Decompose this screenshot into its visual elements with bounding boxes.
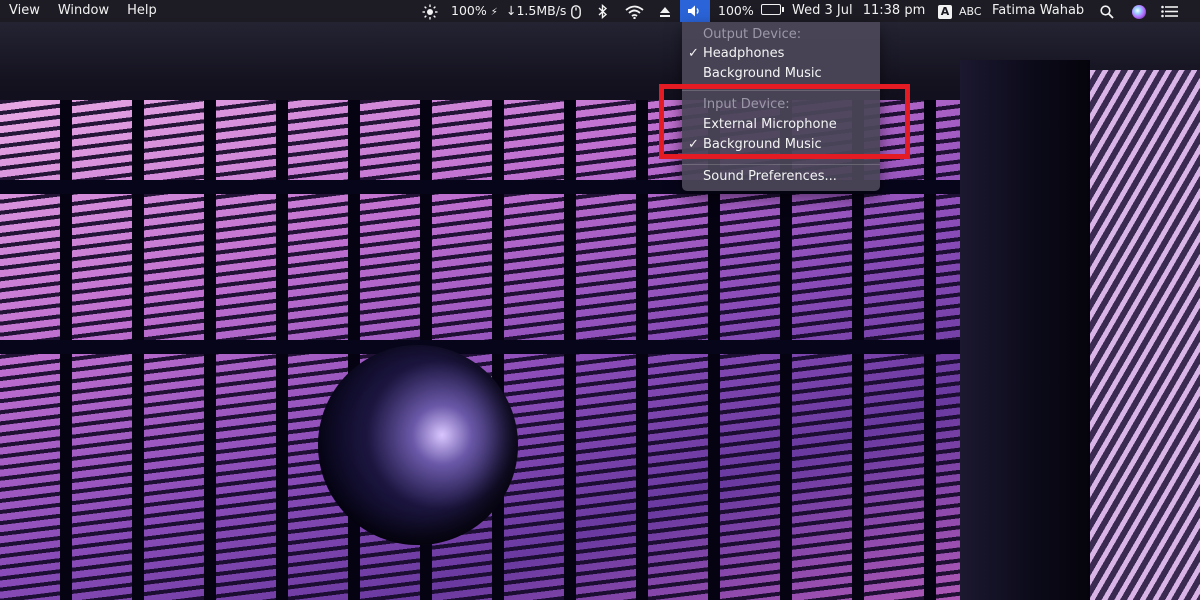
speaker-icon	[687, 4, 702, 22]
wallpaper-transom	[0, 340, 1000, 354]
wallpaper-disco-ball	[318, 345, 518, 545]
charging-icon: ⚡	[490, 7, 498, 18]
battery-icon	[760, 4, 784, 15]
input-source-icon: A	[938, 5, 952, 19]
notification-center-icon[interactable]	[1161, 0, 1178, 22]
brightness-icon[interactable]	[422, 0, 438, 22]
wallpaper-pillar	[960, 60, 1090, 600]
mouse-icon[interactable]	[571, 0, 581, 22]
battery-status[interactable]: 100%	[718, 0, 784, 22]
menu-item-label: Background Music	[703, 66, 822, 81]
output-device-headphones[interactable]: ✓ Headphones	[682, 44, 880, 64]
eject-icon[interactable]	[659, 0, 671, 22]
clock[interactable]: Wed 3 Jul 11:38 pm	[792, 0, 925, 22]
sound-menu-extra[interactable]	[680, 0, 710, 22]
brightness-status[interactable]: 100% ⚡	[451, 0, 498, 22]
brightness-percent: 100%	[451, 3, 487, 18]
clock-time: 11:38 pm	[862, 3, 926, 18]
menu-item-label: Sound Preferences...	[703, 169, 837, 184]
input-source-menu[interactable]: A ABC	[938, 0, 982, 22]
network-speed[interactable]: ↓1.5MB/s	[506, 0, 566, 22]
user-name-menu[interactable]: Fatima Wahab	[992, 0, 1084, 22]
sound-preferences-item[interactable]: Sound Preferences...	[682, 167, 880, 187]
menu-bar: View Window Help 100% ⚡ ↓1.5MB/s 100% We…	[0, 0, 1200, 22]
menu-item-label: Headphones	[703, 46, 785, 61]
status-area: 100% ⚡ ↓1.5MB/s 100% Wed 3 Jul 11:38 pm …	[0, 0, 1200, 22]
annotation-highlight-box	[659, 84, 910, 159]
wifi-icon[interactable]	[625, 0, 644, 22]
clock-date: Wed 3 Jul	[792, 3, 853, 18]
bluetooth-icon[interactable]	[598, 0, 608, 22]
output-device-background-music[interactable]: Background Music	[682, 64, 880, 84]
output-device-header: Output Device:	[703, 27, 802, 42]
siri-icon[interactable]	[1132, 0, 1146, 22]
desktop-wallpaper	[0, 0, 1200, 600]
checkmark-icon: ✓	[688, 46, 699, 61]
input-source-label: ABC	[958, 5, 982, 18]
spotlight-search-icon[interactable]	[1100, 0, 1114, 22]
menu-separator	[682, 164, 880, 165]
wallpaper-right-wall	[1090, 70, 1200, 600]
battery-percent: 100%	[718, 3, 754, 18]
